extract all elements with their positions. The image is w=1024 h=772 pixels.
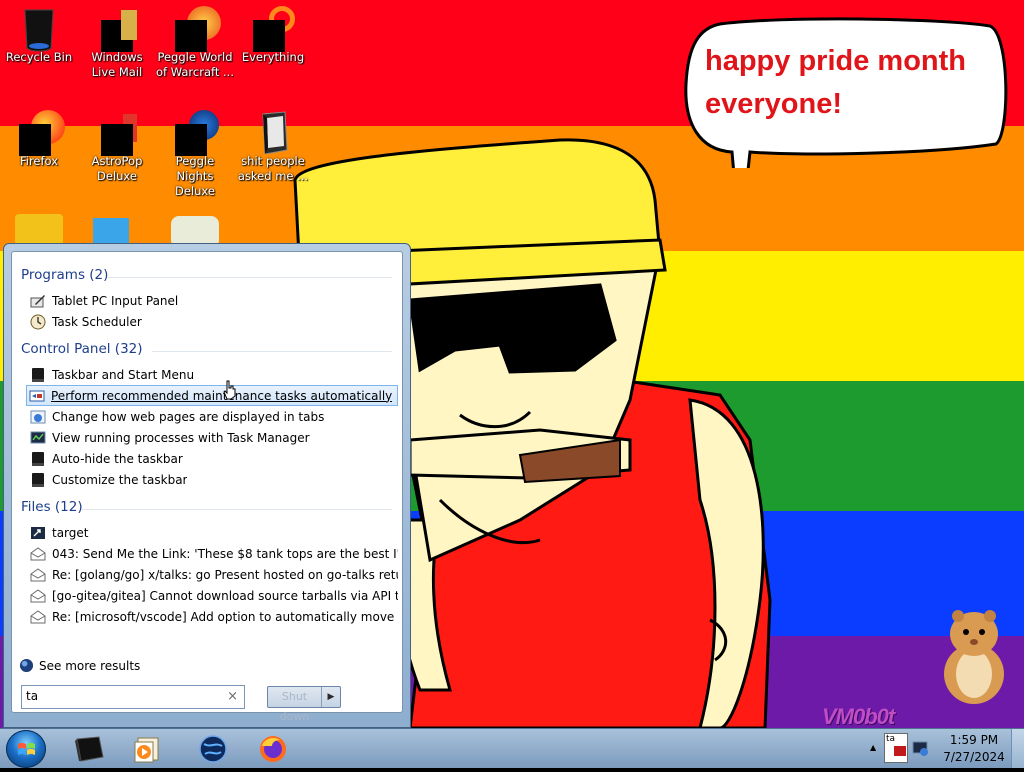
email-icon xyxy=(30,609,46,623)
folder-icon xyxy=(253,110,293,155)
show-hidden-icons-arrow-icon[interactable]: ▲ xyxy=(870,743,876,752)
globe-icon xyxy=(199,734,227,763)
taskbar-pinned-globe[interactable] xyxy=(184,731,242,766)
start-menu: Programs (2) Tablet PC Input Panel Task … xyxy=(3,243,411,728)
control-panel-header[interactable]: Control Panel (32) xyxy=(21,341,143,357)
task-manager-icon xyxy=(30,431,46,443)
result-view-running-processes[interactable]: View running processes with Task Manager xyxy=(28,427,398,448)
result-task-scheduler[interactable]: Task Scheduler xyxy=(28,311,398,332)
files-header[interactable]: Files (12) xyxy=(21,499,83,515)
shutdown-label[interactable]: Shut down xyxy=(268,687,322,723)
divider xyxy=(108,277,392,278)
result-taskbar-and-start-menu[interactable]: Taskbar and Start Menu xyxy=(28,364,398,385)
desktop-icon-firefox[interactable]: Firefox xyxy=(0,110,78,169)
result-file-email-1[interactable]: 043: Send Me the Link: 'These $8 tank to… xyxy=(28,543,398,564)
search-globe-icon xyxy=(19,658,34,673)
notification-area: ▲ ta xyxy=(866,730,938,767)
windows-logo-icon xyxy=(18,742,35,755)
terminal-icon xyxy=(75,735,104,762)
result-auto-hide-taskbar[interactable]: Auto-hide the taskbar xyxy=(28,448,398,469)
show-desktop-button[interactable] xyxy=(1011,729,1024,768)
desktop-icon-astropop[interactable]: AstroPop Deluxe xyxy=(78,110,156,184)
result-file-email-4[interactable]: Re: [microsoft/vscode] Add option to aut… xyxy=(28,606,398,627)
result-change-web-pages-tabs[interactable]: Change how web pages are displayed in ta… xyxy=(28,406,398,427)
desktop-icon-recycle-bin[interactable]: Recycle Bin xyxy=(0,6,78,65)
taskbar-pinned-firefox[interactable] xyxy=(244,731,302,766)
tray-app-icon[interactable]: ta xyxy=(884,733,908,763)
mail-icon xyxy=(97,6,137,52)
firefox-icon xyxy=(19,110,65,156)
peggle-icon xyxy=(175,6,221,52)
desktop-icon-peggle-nights[interactable]: Peggle Nights Deluxe xyxy=(156,110,234,199)
taskbar-settings-icon xyxy=(32,451,44,466)
desktop-icon-folder[interactable]: shit people asked me ... xyxy=(234,110,312,184)
internet-options-icon xyxy=(30,410,46,423)
see-more-results-link[interactable]: See more results xyxy=(19,658,140,673)
media-player-icon xyxy=(134,737,159,762)
taskbar-settings-icon xyxy=(32,367,44,382)
start-search-box[interactable]: × xyxy=(21,685,245,709)
result-tablet-pc-input-panel[interactable]: Tablet PC Input Panel xyxy=(28,290,398,311)
divider xyxy=(82,509,392,510)
watermark-text: VM0b0t xyxy=(822,704,895,728)
clock-icon xyxy=(30,314,46,329)
result-customize-taskbar[interactable]: Customize the taskbar xyxy=(28,469,398,490)
taskbar-pinned-terminal[interactable] xyxy=(60,731,118,766)
email-icon xyxy=(30,567,46,581)
desktop-icon-everything[interactable]: Everything xyxy=(234,6,312,65)
programs-header[interactable]: Programs (2) xyxy=(21,267,108,283)
search-results-pane: Programs (2) Tablet PC Input Panel Task … xyxy=(11,251,403,713)
shortcut-icon xyxy=(31,526,45,539)
shutdown-button[interactable]: Shut down ▶ xyxy=(267,686,341,723)
desktop-icon-windows-live-mail[interactable]: Windows Live Mail xyxy=(78,6,156,80)
email-icon xyxy=(30,546,46,560)
action-center-icon xyxy=(29,390,45,401)
taskbar-pinned-media-player[interactable] xyxy=(118,731,176,766)
clock-time: 1:59 PM xyxy=(949,733,999,747)
peggle-nights-icon xyxy=(175,110,219,156)
hamster-image xyxy=(944,610,1004,704)
everything-icon xyxy=(253,6,295,52)
tablet-pen-icon xyxy=(30,294,45,307)
system-clock[interactable]: 1:59 PM 7/27/2024 xyxy=(938,732,1010,766)
search-input[interactable] xyxy=(26,689,216,703)
astropop-icon xyxy=(97,110,137,156)
desktop-icon-peggle-wow[interactable]: Peggle World of Warcraft ... xyxy=(156,6,234,80)
speech-bubble-text: happy pride month everyone! xyxy=(705,45,966,120)
recycle-bin-icon xyxy=(19,6,59,52)
firefox-icon xyxy=(260,735,286,762)
start-button[interactable] xyxy=(6,730,46,768)
clock-date: 7/27/2024 xyxy=(943,750,1005,764)
result-file-email-2[interactable]: Re: [golang/go] x/talks: go Present host… xyxy=(28,564,398,585)
clear-search-icon[interactable]: × xyxy=(227,689,238,704)
taskbar-settings-icon xyxy=(32,472,44,487)
shutdown-options-arrow-icon[interactable]: ▶ xyxy=(322,687,340,707)
network-icon[interactable] xyxy=(912,740,930,758)
hand-cursor-icon xyxy=(223,380,236,400)
email-icon xyxy=(30,588,46,602)
result-perform-maintenance[interactable]: Perform recommended maintenance tasks au… xyxy=(26,385,398,406)
divider xyxy=(152,351,392,352)
result-file-email-3[interactable]: [go-gitea/gitea] Cannot download source … xyxy=(28,585,398,606)
result-file-target[interactable]: target xyxy=(28,522,398,543)
taskbar: ▲ ta 1:59 PM 7/27/2024 xyxy=(0,728,1024,768)
